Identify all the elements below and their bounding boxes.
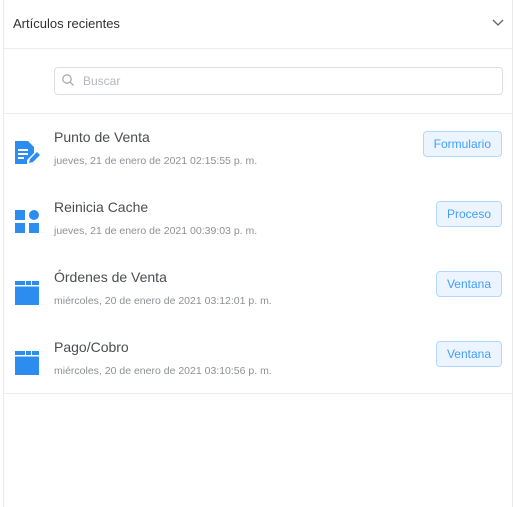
panel-header[interactable]: Artículos recientes: [4, 0, 512, 49]
panel-title: Artículos recientes: [13, 16, 120, 31]
item-date: jueves, 21 de enero de 2021 02:15:55 p. …: [54, 155, 258, 167]
window-icon: [15, 351, 39, 375]
window-icon: [15, 281, 39, 305]
item-type-badge[interactable]: Ventana: [435, 341, 502, 367]
item-title: Punto de Venta: [54, 129, 150, 145]
divider: [4, 113, 512, 114]
item-date: miércoles, 20 de enero de 2021 03:10:56 …: [54, 365, 272, 377]
item-type-badge[interactable]: Proceso: [435, 201, 502, 227]
item-title: Reinicia Cache: [54, 199, 149, 215]
list-item-pago-cobro[interactable]: Pago/Cobro miércoles, 20 de enero de 202…: [4, 329, 512, 399]
list-item-reinicia-cache[interactable]: Reinicia Cache jueves, 21 de enero de 20…: [4, 189, 512, 259]
item-type-badge[interactable]: Formulario: [422, 131, 502, 157]
item-title: Pago/Cobro: [54, 339, 129, 355]
item-type-badge[interactable]: Ventana: [435, 271, 502, 297]
search-box[interactable]: [54, 67, 503, 95]
form-edit-icon: [15, 141, 40, 164]
search-icon: [62, 74, 74, 86]
item-title: Órdenes de Venta: [54, 269, 167, 285]
recent-items-panel: Artículos recientes Punto de Venta jueve…: [3, 0, 513, 507]
process-icon: [15, 210, 39, 233]
item-date: miércoles, 20 de enero de 2021 03:12:01 …: [54, 295, 272, 307]
item-date: jueves, 21 de enero de 2021 00:39:03 p. …: [54, 225, 258, 237]
divider: [4, 393, 512, 394]
list-item-ordenes-de-venta[interactable]: Órdenes de Venta miércoles, 20 de enero …: [4, 259, 512, 329]
search-input[interactable]: [83, 68, 493, 94]
list-item-punto-de-venta[interactable]: Punto de Venta jueves, 21 de enero de 20…: [4, 119, 512, 189]
chevron-down-icon[interactable]: [491, 18, 505, 28]
